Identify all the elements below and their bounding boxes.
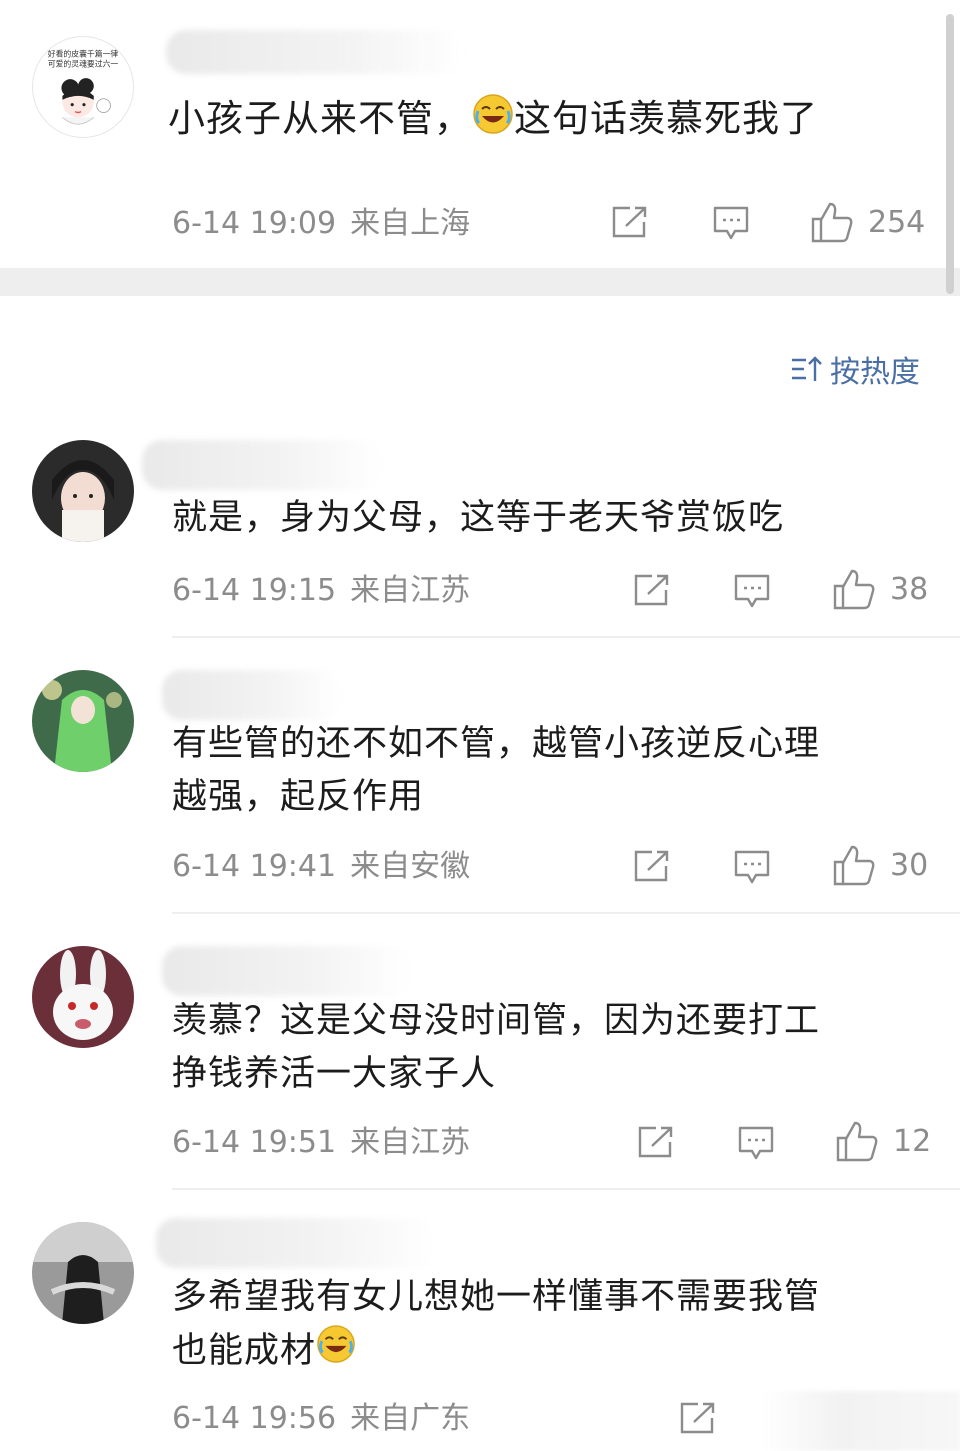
divider <box>172 912 960 914</box>
share-button[interactable] <box>636 1125 674 1159</box>
laugh-cry-emoji-icon <box>472 93 514 149</box>
divider <box>172 1188 960 1190</box>
avatar[interactable] <box>32 1222 134 1324</box>
username-redacted[interactable] <box>156 1218 436 1268</box>
share-icon <box>680 1402 715 1434</box>
share-icon <box>638 1126 673 1158</box>
comment-location: 来自广东 <box>350 1401 471 1436</box>
share-button[interactable] <box>610 205 648 239</box>
comment-icon <box>734 574 770 608</box>
sort-icon <box>792 356 822 381</box>
like-button[interactable]: 12 <box>835 1119 931 1163</box>
comment-date: 6-14 19:15 <box>172 573 337 608</box>
share-button[interactable] <box>632 573 670 607</box>
comment-meta: 6-14 19:15 来自江苏 <box>172 573 470 609</box>
sort-button[interactable]: 按热度 <box>790 347 920 391</box>
share-button[interactable] <box>678 1401 716 1435</box>
scrollbar[interactable] <box>946 14 954 294</box>
comment-location: 来自安徽 <box>350 849 471 884</box>
avatar[interactable]: 好看的皮囊千篇一律 可爱的灵魂要过六一 <box>32 36 134 138</box>
divider <box>172 636 960 638</box>
section-separator <box>0 268 960 296</box>
comment-date: 6-14 19:56 <box>172 1401 337 1436</box>
comment-text: 越强，起反作用 <box>172 777 425 817</box>
comment-date: 6-14 19:51 <box>172 1125 337 1160</box>
comment-text: 也能成材 <box>172 1324 356 1380</box>
comment-button[interactable] <box>733 573 771 609</box>
like-count: 30 <box>890 847 929 883</box>
comment-text: 就是，身为父母，这等于老天爷赏饭吃 <box>172 498 785 538</box>
comment-text: 挣钱养活一大家子人 <box>172 1054 497 1094</box>
comment-meta: 6-14 19:09 来自上海 <box>172 206 470 242</box>
comment-location: 来自江苏 <box>350 1125 471 1160</box>
comment-icon <box>738 1126 774 1160</box>
laugh-cry-emoji-icon <box>316 1324 356 1380</box>
comment-button[interactable] <box>737 1125 775 1161</box>
like-count: 38 <box>890 571 929 607</box>
comment-icon <box>713 206 749 240</box>
avatar-caption: 好看的皮囊千篇一律 <box>48 49 119 59</box>
like-icon <box>836 1121 878 1162</box>
comment-location: 来自上海 <box>350 206 471 241</box>
avatar[interactable] <box>32 670 134 772</box>
comment-meta: 6-14 19:51 来自江苏 <box>172 1125 470 1161</box>
like-count: 12 <box>893 1123 932 1159</box>
comment-date: 6-14 19:09 <box>172 206 337 241</box>
avatar[interactable] <box>32 946 134 1048</box>
username-redacted[interactable] <box>142 440 382 490</box>
username-redacted[interactable] <box>162 670 342 720</box>
avatar-caption: 可爱的灵魂要过六一 <box>48 58 119 68</box>
comment-meta: 6-14 19:41 来自安徽 <box>172 849 470 885</box>
share-button[interactable] <box>632 849 670 883</box>
username-redacted[interactable] <box>162 946 412 996</box>
comment-icon <box>734 850 770 884</box>
like-button[interactable]: 254 <box>810 200 925 244</box>
share-icon <box>634 850 669 882</box>
comment-button[interactable] <box>733 849 771 885</box>
comment-text: 有些管的还不如不管，越管小孩逆反心理 <box>172 724 821 764</box>
like-count: 254 <box>868 204 926 240</box>
comment-text: 羡慕？这是父母没时间管，因为还要打工 <box>172 1001 821 1041</box>
comment-button[interactable] <box>712 205 750 241</box>
comment-text: 多希望我有女儿想她一样懂事不需要我管 <box>172 1277 821 1317</box>
like-button[interactable]: 30 <box>832 843 928 887</box>
comment-location: 来自江苏 <box>350 573 471 608</box>
like-icon <box>833 569 875 610</box>
like-icon <box>833 845 875 886</box>
like-icon <box>811 202 853 243</box>
username-redacted[interactable] <box>166 30 466 74</box>
avatar[interactable] <box>32 440 134 542</box>
like-button[interactable]: 38 <box>832 567 928 611</box>
share-icon <box>634 574 669 606</box>
share-icon <box>612 206 647 238</box>
comment-text: 小孩子从来不管， 这句话羡慕死我了 <box>168 92 818 149</box>
comment-date: 6-14 19:41 <box>172 849 337 884</box>
comment-meta: 6-14 19:56 来自广东 <box>172 1401 470 1437</box>
sort-label: 按热度 <box>830 355 920 390</box>
watermark-overlay <box>760 1391 960 1451</box>
